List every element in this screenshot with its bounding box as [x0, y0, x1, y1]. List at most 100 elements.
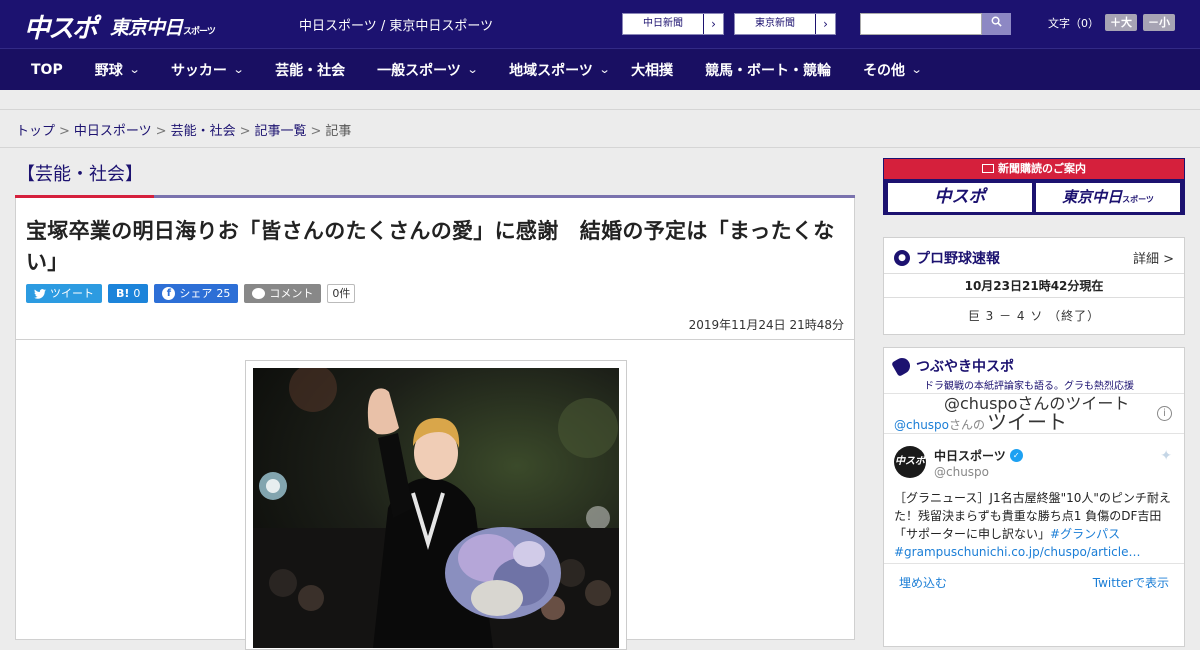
chevron-right-icon: › [703, 14, 723, 34]
baseball-detail-link[interactable]: 詳細 > [1133, 248, 1174, 267]
twitter-bird-icon[interactable]: ✦ [1160, 448, 1172, 464]
nav-item-label: 大相撲 [631, 62, 674, 79]
search-input[interactable] [860, 13, 982, 35]
nav-item-racing[interactable]: 競馬・ボート・競輪 [705, 60, 831, 80]
nav-item-top[interactable]: TOP [31, 62, 63, 78]
logo-tokyo-chunichi-text: 東京中日 [110, 17, 183, 39]
nav-item-local-sports[interactable]: 地域スポーツ ⌄ [509, 60, 610, 80]
breadcrumb-separator: > [155, 124, 167, 139]
baseball-widget-header: ● プロ野球速報 詳細 > [884, 238, 1184, 274]
nav-item-label: 一般スポーツ [377, 62, 461, 79]
timeline-user-suffix: さんの [949, 418, 986, 432]
baseball-score-widget: ● プロ野球速報 詳細 > 10月23日21時42分現在 巨 3 － 4 ソ （… [883, 237, 1185, 335]
ad-strip [0, 90, 1200, 110]
chevron-right-icon: › [815, 14, 835, 34]
paper-link-tokyo[interactable]: 東京新聞 › [734, 13, 836, 35]
subscribe-chuspo-button[interactable]: 中スポ [888, 183, 1032, 212]
nav-item-sumo[interactable]: 大相撲 [631, 60, 673, 80]
subscribe-tokyo-chunichi-button[interactable]: 東京中日スポーツ [1036, 183, 1180, 212]
paper-link-chunichi[interactable]: 中日新聞 › [622, 13, 724, 35]
breadcrumb-link-top[interactable]: トップ [16, 124, 55, 139]
chevron-down-icon: ⌄ [910, 63, 923, 76]
font-size-down-button[interactable]: －小 [1143, 14, 1175, 31]
font-size-control: 文字（0） ＋大 －小 [1048, 14, 1175, 31]
score-line[interactable]: 巨 3 － 4 ソ （終了） [884, 298, 1184, 334]
newspaper-icon [982, 164, 994, 173]
twitter-widget-header: つぶやき中スポ ドラ観戦の本紙評論家も語る。グラも熱烈応援 [884, 348, 1184, 394]
paper-link-label: 東京新聞 [755, 18, 795, 29]
tweet-handle[interactable]: @chuspo [934, 465, 989, 479]
search-form [860, 13, 1011, 35]
breadcrumb-current: 記事 [325, 124, 352, 139]
tweet-hashtag[interactable]: #グランパス [1050, 527, 1120, 541]
view-on-twitter-link[interactable]: Twitterで表示 [1093, 574, 1169, 591]
comment-button[interactable]: コメント [244, 284, 322, 303]
facebook-share-button[interactable]: f シェア 25 [154, 284, 239, 303]
sidebar: 新聞購読のご案内 中スポ 東京中日スポーツ ● プロ野球速報 詳細 > 10月2… [883, 158, 1185, 647]
subscribe-tokyo-chunichi-label: 東京中日 [1062, 188, 1123, 206]
site-name-link[interactable]: 中日スポーツ / 東京中日スポーツ [299, 15, 493, 34]
comment-button-label: コメント [269, 287, 314, 300]
article-photo-frame [245, 360, 627, 650]
twitter-widget: つぶやき中スポ ドラ観戦の本紙評論家も語る。グラも熱烈応援 @chuspoさんの… [883, 347, 1185, 647]
search-icon [991, 16, 1002, 27]
nav-item-label: 地域スポーツ [509, 62, 593, 79]
subscription-promo-title: 新聞購読のご案内 [884, 159, 1184, 179]
photo-scene [253, 368, 619, 648]
main-nav: TOP 野球 ⌄ サッカー ⌄ 芸能・社会 一般スポーツ ⌄ 地域スポーツ ⌄ 大相撲 … [0, 48, 1200, 90]
search-button[interactable] [982, 13, 1011, 35]
article-column: 【芸能・社会】 宝塚卒業の明日海りお「皆さんのたくさんの愛」に感謝 結婚の予定は… [15, 150, 855, 650]
tweet-body: ［グラニュース］J1名古屋終盤"10人"のピンチ耐えた！残留決まらずも貴重な勝ち… [894, 491, 1171, 541]
article-timestamp: 2019年11月24日 21時48分 [688, 318, 844, 332]
subscribe-tokyo-chunichi-small: スポーツ [1122, 195, 1154, 204]
timeline-next-title[interactable]: @chuspoさんのツイート [944, 390, 1129, 414]
baseball-widget-title: ● プロ野球速報 [894, 248, 1000, 268]
paper-link-label: 中日新聞 [643, 18, 683, 29]
speech-bubble-icon [252, 288, 266, 299]
chevron-down-icon: ⌄ [466, 63, 479, 76]
embed-link[interactable]: 埋め込む [899, 574, 947, 591]
nav-item-general-sports[interactable]: 一般スポーツ ⌄ [377, 60, 479, 80]
nav-item-label: TOP [31, 61, 63, 78]
twitter-widget-title-text: つぶやき中スポ [916, 359, 1014, 375]
tweet-text: ［グラニュース］J1名古屋終盤"10人"のピンチ耐えた！残留決まらずも貴重な勝ち… [894, 489, 1174, 561]
font-size-up-button[interactable]: ＋大 [1105, 14, 1137, 31]
logo[interactable]: 中スポ 東京中日スポーツ [24, 8, 216, 45]
nav-item-label: 野球 [94, 62, 123, 79]
nav-item-entertainment[interactable]: 芸能・社会 [275, 60, 345, 80]
category-title: 【芸能・社会】 [17, 164, 143, 185]
twitter-icon [34, 288, 46, 299]
tweet-button[interactable]: ツイート [26, 284, 102, 303]
facebook-icon: f [162, 287, 176, 300]
chevron-down-icon: ⌄ [128, 63, 141, 76]
breadcrumb-link-chuspo[interactable]: 中日スポーツ [74, 124, 152, 139]
nav-item-label: その他 [863, 62, 906, 79]
facebook-share-count: 25 [216, 287, 231, 300]
tweet-card[interactable]: 中スポ 中日スポーツ ✓ @chuspo ✦ ［グラニュース］J1名古屋終盤"1… [884, 434, 1184, 564]
logo-tokyo-chunichi[interactable]: 東京中日スポーツ [110, 13, 216, 40]
nav-item-label: 芸能・社会 [275, 62, 346, 79]
breadcrumb-separator: > [239, 124, 251, 139]
nav-item-label: サッカー [170, 62, 227, 79]
nav-item-baseball[interactable]: 野球 ⌄ [94, 60, 141, 80]
tweet-link[interactable]: #grampuschunichi.co.jp/chuspo/article… [894, 545, 1140, 559]
tweet-author[interactable]: 中日スポーツ ✓ [934, 447, 1023, 464]
hatena-icon: B! [116, 287, 130, 300]
nav-item-other[interactable]: その他 ⌄ [863, 60, 923, 80]
article-header: 宝塚卒業の明日海りお「皆さんのたくさんの愛」に感謝 結婚の予定は「まったくない」… [15, 198, 855, 340]
info-icon[interactable]: i [1157, 406, 1172, 421]
nav-item-soccer[interactable]: サッカー ⌄ [170, 60, 245, 80]
share-bar: ツイート B! 0 f シェア 25 コメント 0件 [26, 284, 844, 303]
verified-badge-icon: ✓ [1009, 449, 1023, 462]
score-updated-time: 10月23日21時42分現在 [884, 274, 1184, 298]
breadcrumb-link-entertainment[interactable]: 芸能・社会 [171, 124, 236, 139]
avatar[interactable]: 中スポ [894, 446, 926, 478]
breadcrumb-link-article-list[interactable]: 記事一覧 [255, 124, 307, 139]
article-photo[interactable] [253, 368, 619, 648]
tweet-button-label: ツイート [50, 287, 94, 300]
hatena-bookmark-button[interactable]: B! 0 [108, 284, 149, 303]
logo-chuspo[interactable]: 中スポ [24, 8, 98, 45]
timeline-user: @chuspo [894, 418, 950, 432]
comment-count: 0件 [327, 284, 356, 303]
article-body [15, 340, 855, 650]
